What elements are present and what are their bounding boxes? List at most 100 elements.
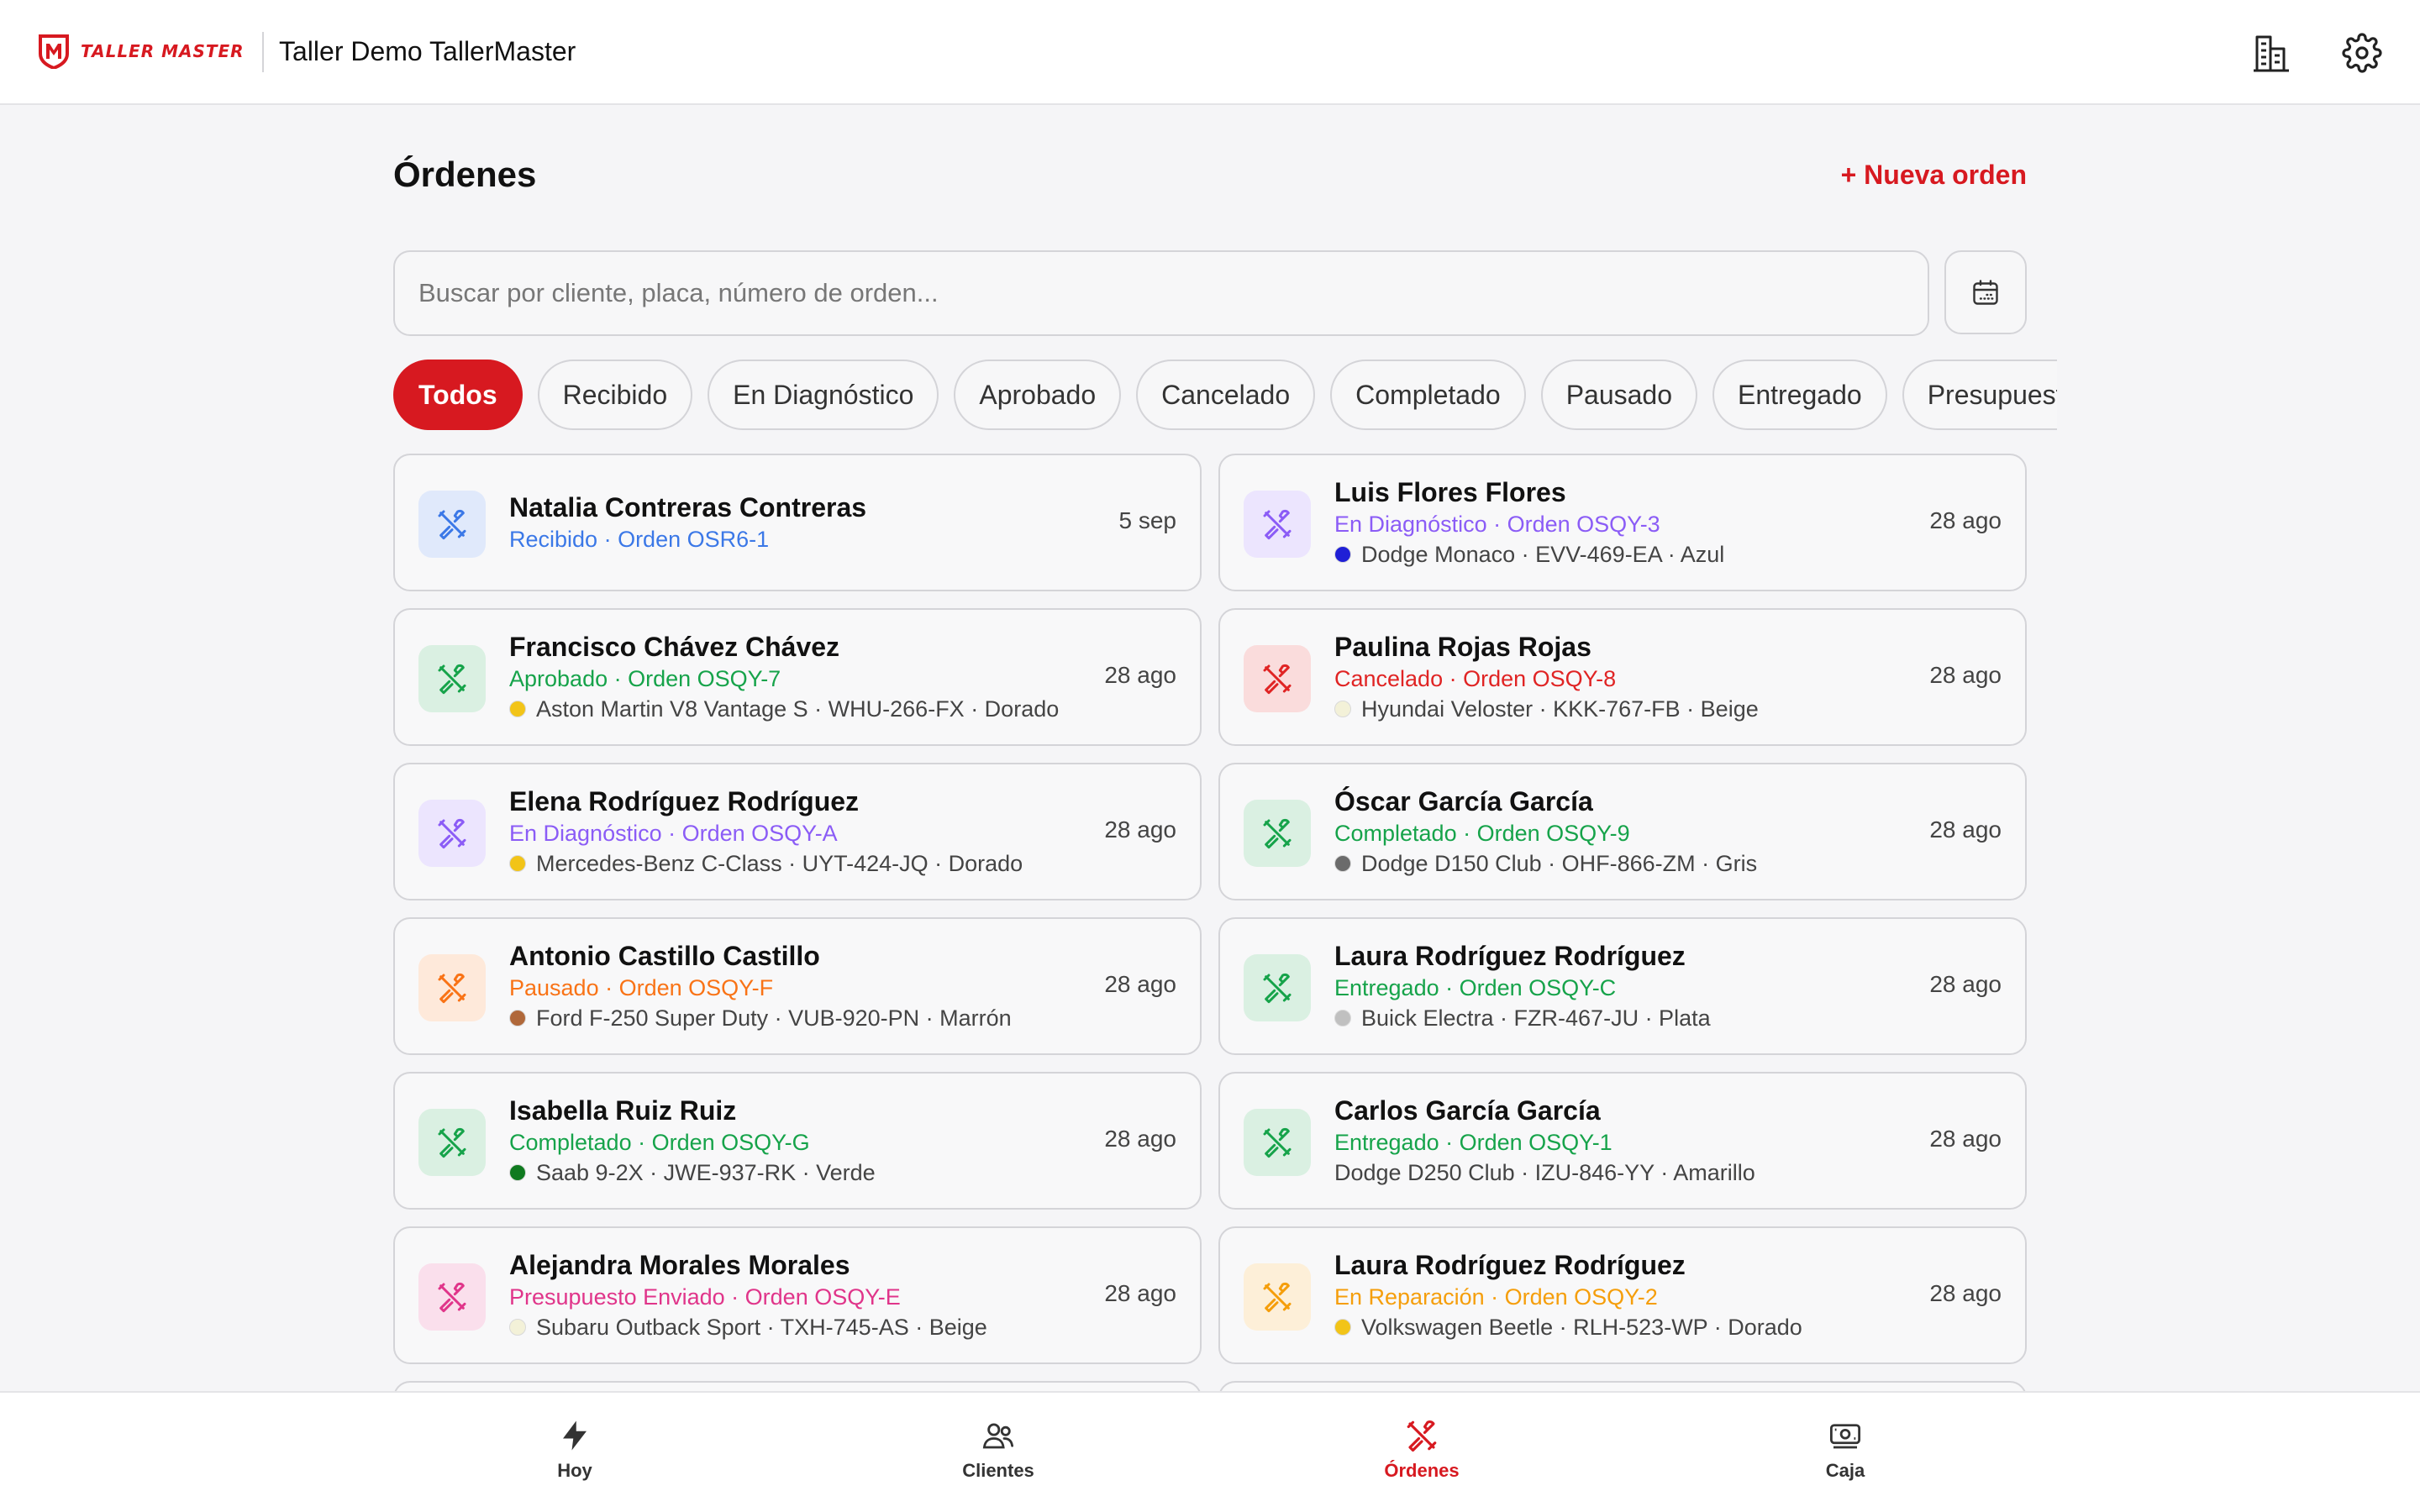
gear-icon[interactable]	[2339, 30, 2385, 76]
tools-icon	[1244, 954, 1311, 1021]
order-info: Alejandra Morales Morales Presupuesto Env…	[509, 1228, 1081, 1362]
order-status-line: Presupuesto Enviado · Orden OSQY-E	[509, 1282, 1081, 1312]
separator: ·	[1439, 1130, 1460, 1155]
order-card[interactable]: Antonio Castillo Castillo Pausado · Orden…	[393, 917, 1202, 1055]
order-card[interactable]: Luis Flores Flores En Diagnóstico · Orden…	[1218, 454, 2027, 591]
separator: ·	[1439, 975, 1460, 1000]
vehicle-description: Saab 9-2X · JWE-937-RK · Verde	[536, 1160, 876, 1185]
calendar-icon	[1973, 280, 1998, 305]
nav-label: Clientes	[962, 1460, 1034, 1481]
order-status: En Reparación	[1334, 1284, 1485, 1310]
order-info: Luis Flores Flores En Diagnóstico · Orden…	[1334, 455, 1906, 590]
order-card[interactable]: Isabella Ruiz Ruiz Completado · Orden OSQ…	[393, 1072, 1202, 1210]
nav-clientes[interactable]: Clientes	[914, 1418, 1082, 1482]
vehicle-info: Dodge D250 Club · IZU-846-YY · Amarillo	[1334, 1158, 1906, 1188]
separator: ·	[597, 527, 618, 552]
order-status: Recibido	[509, 527, 598, 552]
order-date: 28 ago	[1104, 1126, 1176, 1152]
brand-logo[interactable]: TALLER MASTER	[39, 34, 245, 69]
order-date: 28 ago	[1929, 1126, 2002, 1152]
separator: ·	[1443, 666, 1464, 691]
filter-chip[interactable]: En Diagnóstico	[708, 360, 939, 430]
client-name: Laura Rodríguez Rodríguez	[1334, 1250, 1686, 1280]
order-card[interactable]: Paulina Rojas Rojas Cancelado · Orden OSQ…	[1218, 608, 2027, 746]
order-card[interactable]: Francisco Chávez Chávez Aprobado · Orden …	[393, 608, 1202, 746]
vehicle-color-dot	[509, 701, 526, 717]
orders-grid: Natalia Contreras Contreras Recibido · Or…	[393, 454, 2027, 1391]
search-input[interactable]	[393, 250, 1929, 336]
filter-chip[interactable]: Aprobado	[954, 360, 1122, 430]
filter-chip[interactable]: Cancelado	[1136, 360, 1316, 430]
order-card[interactable]	[393, 1381, 1202, 1391]
order-date: 28 ago	[1104, 662, 1176, 688]
vehicle-color-dot	[1334, 701, 1351, 717]
order-number: Orden OSQY-C	[1459, 975, 1617, 1000]
order-card[interactable]: Alejandra Morales Morales Presupuesto Env…	[393, 1226, 1202, 1364]
vehicle-description: Mercedes-Benz C-Class · UYT-424-JQ · Dor…	[536, 851, 1023, 876]
order-status-line: Cancelado · Orden OSQY-8	[1334, 664, 1906, 694]
shop-name: Taller Demo TallerMaster	[279, 36, 576, 66]
nav-label: Caja	[1825, 1460, 1865, 1481]
tools-icon	[1244, 800, 1311, 867]
order-card[interactable]: Laura Rodríguez Rodríguez En Reparación ·…	[1218, 1226, 2027, 1364]
order-date: 5 sep	[1118, 507, 1177, 533]
client-name: Carlos García García	[1334, 1095, 1601, 1126]
vehicle-color-dot	[1334, 1010, 1351, 1026]
order-card[interactable]: Elena Rodríguez Rodríguez En Diagnóstico …	[393, 763, 1202, 900]
order-card[interactable]	[1218, 1381, 2027, 1391]
client-name: Luis Flores Flores	[1334, 477, 1566, 507]
order-status: Entregado	[1334, 1130, 1439, 1155]
vehicle-color-dot	[509, 855, 526, 872]
order-info: Óscar García García Completado · Orden OS…	[1334, 764, 1906, 899]
vehicle-info: Buick Electra · FZR-467-JU · Plata	[1334, 1003, 1906, 1033]
order-status-line: Entregado · Orden OSQY-1	[1334, 1127, 1906, 1158]
order-number: Orden OSQY-E	[744, 1284, 901, 1310]
order-card[interactable]: Natalia Contreras Contreras Recibido · Or…	[393, 454, 1202, 591]
filter-chip[interactable]: Completado	[1330, 360, 1526, 430]
vehicle-color-dot	[509, 1010, 526, 1026]
filter-chip[interactable]: Presupuesto Enviado	[1902, 360, 2057, 430]
vehicle-info: Ford F-250 Super Duty · VUB-920-PN · Mar…	[509, 1003, 1081, 1033]
order-number: Orden OSQY-A	[681, 821, 838, 846]
tools-icon	[418, 1109, 486, 1176]
date-filter-button[interactable]	[1944, 250, 2027, 334]
filter-chip[interactable]: Entregado	[1712, 360, 1887, 430]
new-order-button[interactable]: + Nueva orden	[1841, 160, 2027, 191]
order-number: Orden OSQY-7	[628, 666, 781, 691]
separator: ·	[631, 1130, 652, 1155]
nav-caja[interactable]: Caja	[1761, 1418, 1929, 1482]
order-date: 28 ago	[1104, 816, 1176, 843]
separator: ·	[608, 666, 629, 691]
client-name: Óscar García García	[1334, 786, 1593, 816]
tools-icon	[418, 954, 486, 1021]
client-name: Antonio Castillo Castillo	[509, 941, 820, 971]
client-name: Laura Rodríguez Rodríguez	[1334, 941, 1686, 971]
bottom-navigation: Hoy Clientes Órdenes Caja	[0, 1391, 2420, 1512]
filter-chip[interactable]: Todos	[393, 360, 523, 430]
order-status-line: Completado · Orden OSQY-9	[1334, 818, 1906, 848]
filter-chip[interactable]: Recibido	[537, 360, 693, 430]
order-status: Entregado	[1334, 975, 1439, 1000]
order-date: 28 ago	[1104, 971, 1176, 997]
filter-chip[interactable]: Pausado	[1540, 360, 1698, 430]
separator: ·	[661, 821, 682, 846]
nav-label: Hoy	[557, 1460, 592, 1481]
order-status-line: Pausado · Orden OSQY-F	[509, 973, 1081, 1003]
order-number: Orden OSQY-2	[1504, 1284, 1658, 1310]
order-card[interactable]: Óscar García García Completado · Orden OS…	[1218, 763, 2027, 900]
vehicle-info: Mercedes-Benz C-Class · UYT-424-JQ · Dor…	[509, 848, 1081, 879]
tools-icon	[418, 800, 486, 867]
order-status: Pausado	[509, 975, 599, 1000]
building-icon[interactable]	[2249, 30, 2294, 76]
order-card[interactable]: Carlos García García Entregado · Orden OS…	[1218, 1072, 2027, 1210]
nav-hoy[interactable]: Hoy	[491, 1418, 659, 1482]
order-card[interactable]: Laura Rodríguez Rodríguez Entregado · Ord…	[1218, 917, 2027, 1055]
vehicle-info: Dodge Monaco · EVV-469-EA · Azul	[1334, 539, 1906, 570]
order-date: 28 ago	[1929, 662, 2002, 688]
order-info: Elena Rodríguez Rodríguez En Diagnóstico …	[509, 764, 1081, 899]
separator: ·	[598, 975, 619, 1000]
shield-logo-icon	[39, 34, 69, 69]
vehicle-color-dot	[1334, 1319, 1351, 1336]
vehicle-description: Hyundai Veloster · KKK-767-FB · Beige	[1361, 696, 1759, 722]
nav-ordenes[interactable]: Órdenes	[1338, 1418, 1506, 1482]
